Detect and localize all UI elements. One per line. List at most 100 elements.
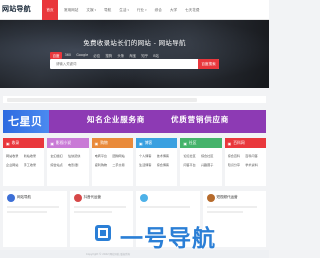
category-link[interactable]: 学术资料 [245,162,263,167]
site-card-desc-line [140,206,190,208]
category-link[interactable]: 返利购物 [95,162,113,167]
site-thumb [73,194,82,202]
site-logo[interactable]: 网站导航 [2,4,31,14]
tab-360[interactable]: 360 [62,52,74,59]
top-nav: 网站导航 首页 常用网站 文娱 导航 生活 行业 综合 大学 七天花费 [0,0,269,20]
watermark: 一号导航 [94,218,224,252]
watermark-text: 一号导航 [120,226,216,252]
category-title: 购物 [100,140,108,145]
nav-item-university[interactable]: 大学 [166,0,181,20]
folder-icon: ▣ [50,140,54,146]
category-link[interactable]: 综合社区 [201,153,219,158]
hero-title: 免费收录站长们的网站 - 网站导航 [83,39,186,47]
ad-banner[interactable]: 七星贝 知名企业服务商 优质营销供应商 [3,110,266,133]
category-link[interactable]: 网站收录 [6,153,24,158]
site-card-desc-line [73,211,112,213]
category-link[interactable]: 综合百科 [228,153,246,158]
nav-item-guide[interactable]: 导航 [100,0,115,20]
site-card-desc-line [73,206,126,208]
tab-google[interactable]: Google [74,52,91,59]
category-card: ▣ 购物 电商平台 团购网站 返利购物 二手交易 [91,138,133,186]
category-link[interactable]: 生活博客 [139,162,157,167]
nav-item-entertainment[interactable]: 文娱 [82,0,100,20]
tab-bing[interactable]: 必应 [91,52,103,59]
category-link[interactable]: 个人博客 [139,153,157,158]
category-header[interactable]: ▣ 社区 [180,138,222,148]
site-card-title: 抖音代运营 [83,195,102,199]
folder-icon: ▣ [183,140,187,146]
category-header[interactable]: ▣ 购物 [91,138,133,148]
tab-zhihu[interactable]: 知乎 [139,52,151,59]
category-link[interactable]: 问答平台 [183,162,201,167]
category-link[interactable]: 兴趣圈子 [201,162,219,167]
site-card-desc-line [7,206,59,208]
folder-icon: ▣ [227,140,232,146]
nav-item-weekly[interactable]: 七天花费 [181,0,203,20]
category-title: 影视小说 [55,140,72,145]
site-card-desc-line [206,206,257,208]
nav-item-industry[interactable]: 行业 [133,0,151,20]
hero-banner: 免费收录站长们的网站 - 网站导航 百度 360 Google 必应 搜狗 头条… [0,20,269,88]
category-card: ▣ 收录 网站收录 新站收录 企业网站 手工收录 [3,138,45,186]
banner-slogan-2: 优质营销供应商 [171,115,230,124]
banner-slogan-1: 知名企业服务商 [87,115,146,124]
category-link[interactable]: 仙侠武侠 [68,153,86,158]
category-header[interactable]: ▣ 收录 [3,138,45,148]
category-card: ▣ 社区 论坛社区 综合社区 问答平台 兴趣圈子 [180,138,222,186]
category-link[interactable]: 二手交易 [112,162,130,167]
category-link[interactable]: 团购网站 [112,153,130,158]
category-link[interactable]: 电影/剧 [68,162,86,167]
category-card: ▣ 影视小说 玄幻魔幻 仙侠武侠 综合站点 电影/剧 [47,138,89,186]
nav-item-home[interactable]: 首页 [42,0,58,20]
category-link[interactable]: 电商平台 [95,153,113,158]
category-title: 社区 [188,140,197,145]
nav-item-life[interactable]: 生活 [115,0,133,20]
tab-bilibili[interactable]: B站 [151,52,162,59]
tab-baidu[interactable]: 百度 [50,52,62,59]
category-title: 百科网 [233,140,245,145]
category-link[interactable]: 新站收录 [24,153,42,158]
category-link[interactable]: 手工收录 [24,162,42,167]
notice-placeholder [7,97,197,102]
folder-icon: ▣ [138,140,143,146]
search-button[interactable]: 百度搜索 [198,59,219,69]
site-card-title: 短视频代运营 [216,195,238,199]
folder-icon: ▣ [94,140,99,146]
search-box: 百度搜索 [50,59,219,69]
site-card-title: 网站导航 [17,195,31,199]
category-header[interactable]: ▣ 百科网 [224,138,266,148]
nav-menu: 首页 常用网站 文娱 导航 生活 行业 综合 大学 七天花费 [42,0,203,20]
category-cards: ▣ 收录 网站收录 新站收录 企业网站 手工收录 ▣ 影视小说 玄幻魔幻 仙侠武… [3,138,266,186]
site-thumb [7,194,15,202]
site-card[interactable]: 网站导航 [3,191,67,247]
category-link[interactable]: 企业网站 [6,162,24,167]
site-card-desc-line [206,211,243,213]
category-link[interactable]: 百科问答 [245,153,263,158]
category-title: 博客 [144,140,153,145]
nav-item-general[interactable]: 综合 [151,0,166,20]
category-link[interactable]: 综合博客 [157,162,175,167]
category-link[interactable]: 论坛社区 [183,153,201,158]
site-thumb [206,194,215,202]
search-input[interactable] [50,59,198,69]
category-card: ▣ 百科网 综合百科 百科问答 知识分享 学术资料 [224,138,266,186]
site-card-desc-line [7,211,47,213]
banner-brand: 七星贝 [8,115,43,128]
category-header[interactable]: ▣ 博客 [135,138,178,148]
site-thumb [140,194,148,202]
tab-toutiao[interactable]: 头条 [115,52,127,59]
tab-sogou[interactable]: 搜狗 [103,52,115,59]
nav-item-common[interactable]: 常用网站 [60,0,82,20]
tab-taobao[interactable]: 淘宝 [127,52,139,59]
category-card: ▣ 博客 个人博客 技术博客 生活博客 综合博客 [135,138,178,186]
category-link[interactable]: 玄幻魔幻 [50,153,68,158]
watermark-logo-icon [95,225,111,241]
category-header[interactable]: ▣ 影视小说 [47,138,89,148]
notice-bar [3,96,266,103]
category-link[interactable]: 综合站点 [50,162,68,167]
folder-icon: ▣ [6,140,10,146]
category-link[interactable]: 技术博客 [157,153,175,158]
category-link[interactable]: 知识分享 [228,162,246,167]
category-title: 收录 [11,140,20,145]
page: 网站导航 首页 常用网站 文娱 导航 生活 行业 综合 大学 七天花费 免费收录… [0,0,269,258]
